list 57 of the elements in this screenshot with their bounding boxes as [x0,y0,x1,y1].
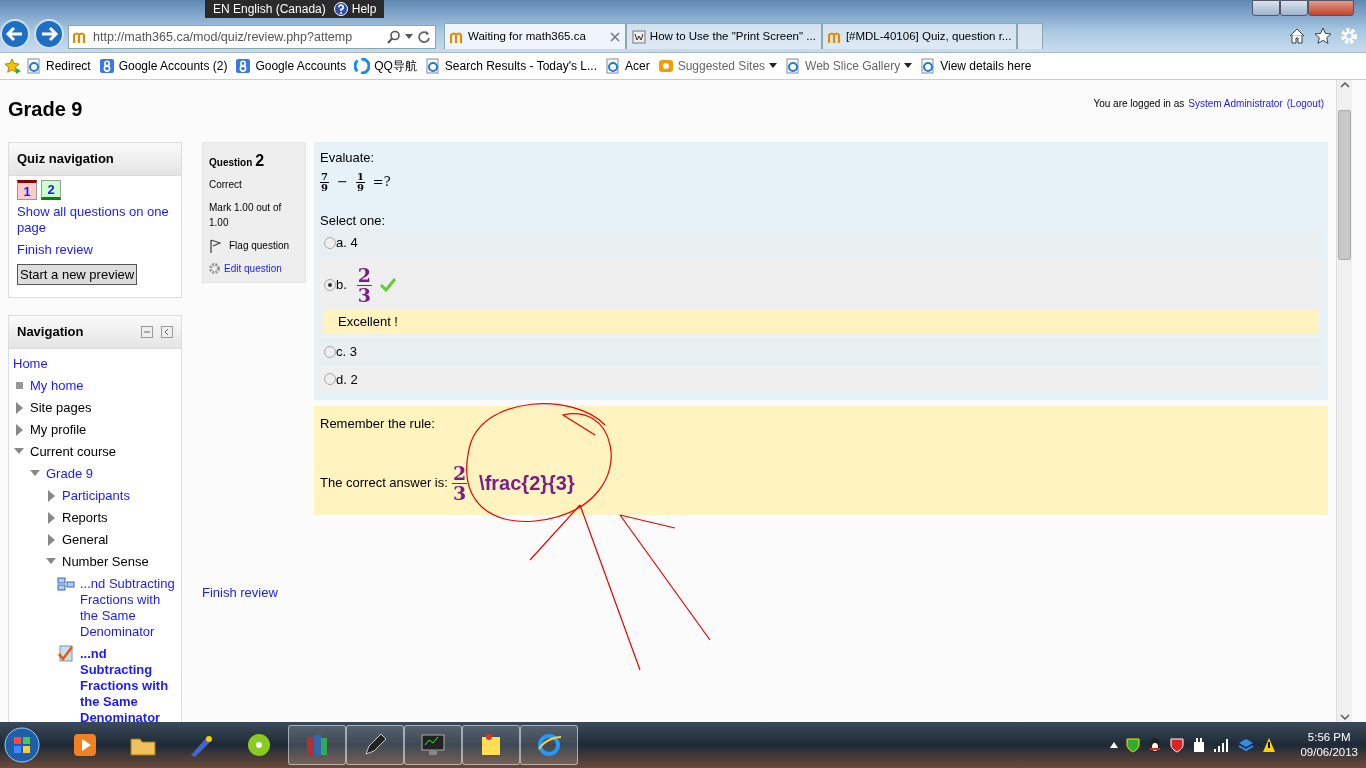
question-prompt: Evaluate: [320,149,376,167]
browser-tab[interactable]: Waiting for math365.ca [444,23,626,49]
browser-tab[interactable]: How to Use the "Print Screen" ... [625,23,822,49]
rule-text: Remember the rule: [320,415,436,433]
quiz-link[interactable]: Show all questions on one page [17,203,173,236]
user-link[interactable]: System Administrator [1188,96,1283,111]
nav-tree-item[interactable]: ...nd Subtracting Fractions with the Same Denominator [80,645,177,722]
feedback-text: Excellent ! [324,308,1318,334]
nav-tree-item[interactable]: Current course [30,443,116,460]
question-heading: Question 2 [209,151,266,171]
nav-tree-item[interactable]: Participants [62,487,130,504]
start-preview-button[interactable]: Start a new preview [17,263,138,285]
clock-time[interactable]: 5:56 PM [1300,730,1358,745]
favorite-link[interactable]: Google Accounts (2) [118,57,228,75]
favorite-link[interactable]: Suggested Sites [677,57,766,75]
option-label: d. 2 [336,370,358,389]
favorite-link[interactable]: Search Results - Today's L... [444,57,597,75]
favorite-link[interactable]: Google Accounts [255,57,347,75]
option-label: b. [336,276,347,295]
nav-tree-item[interactable]: General [62,531,109,548]
option-label: a. 4 [336,234,358,252]
favorite-link[interactable]: View details here [940,57,1032,75]
page-title: Grade 9 [8,97,83,122]
nav-tree-item[interactable]: Number Sense [62,553,149,570]
favorite-link[interactable]: Web Slice Gallery [805,57,901,75]
favorite-link[interactable]: QQ导航 [374,57,417,75]
language-selector[interactable]: EN English (Canada) [213,0,326,18]
favorite-link[interactable]: Acer [624,57,650,75]
question-number-button[interactable]: 2 [41,179,61,200]
answer-fraction: 2 3 [356,265,373,305]
question-mark: Mark 1.00 out of 1.00 [209,201,283,230]
quiz-link[interactable]: Finish review [17,241,173,258]
favorite-link[interactable]: Redirect [46,57,91,75]
nav-tree-item[interactable]: Grade 9 [46,465,93,482]
login-text: You are logged in as [1093,97,1185,111]
browser-tab[interactable]: [#MDL-40106] Quiz, question r... [821,23,1018,49]
block-title: Navigation [17,323,85,341]
question-state: Correct [209,178,243,192]
nav-tree-item[interactable]: Reports [62,509,108,526]
nav-tree-item[interactable]: ...nd Subtracting Fractions with the Same Denominator [80,575,177,640]
answer-fraction: 2 3 [451,463,468,503]
edit-question-link[interactable]: Edit question [224,261,282,276]
logout-link[interactable]: (Logout) [1286,96,1324,111]
nav-tree-item[interactable]: Home [13,355,48,372]
latex-answer: \frac{2}{3} [479,471,575,496]
nav-tree-item[interactable]: Site pages [30,399,92,416]
help-link[interactable]: Help [351,0,377,18]
nav-tree-item[interactable]: My home [30,377,84,394]
clock-date[interactable]: 09/06/2013 [1300,745,1358,760]
option-label: c. 3 [336,343,357,361]
block-title: Quiz navigation [9,143,181,176]
select-one-label: Select one: [320,211,387,230]
nav-tree-item[interactable]: My profile [30,421,87,438]
correct-answer-label: The correct answer is: [320,474,448,493]
finish-review-link[interactable]: Finish review [202,583,306,603]
question-number-button[interactable]: 1 [17,179,37,200]
flag-question-link[interactable]: Flag question [229,238,290,253]
